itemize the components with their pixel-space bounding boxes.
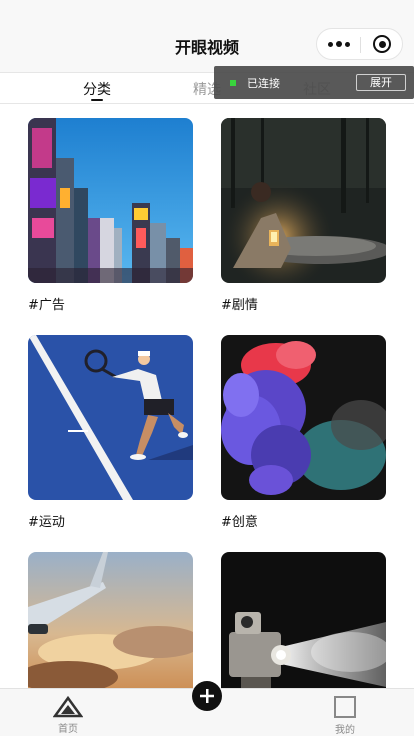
target-icon[interactable] [361,29,403,59]
navigation-bar: 开眼视频 [0,0,414,72]
mini-program-capsule [316,28,403,60]
category-card-drama[interactable]: #剧情 [221,118,386,313]
status-indicator [230,80,236,86]
tabbar-item-home[interactable]: 首页 [28,689,108,736]
plus-icon [200,689,214,703]
home-triangle-icon [53,696,83,718]
connection-status: 已连接 [247,77,280,90]
profile-square-icon [334,696,356,718]
category-thumbnail[interactable] [28,335,193,500]
debug-connection-panel: 已连接 展开 [214,66,414,99]
category-label: #剧情 [221,298,258,313]
category-card-sports[interactable]: #运动 [28,335,193,530]
category-label: #创意 [221,515,258,530]
tabbar-label-home: 首页 [58,724,78,735]
tabbar-label-mine: 我的 [335,725,355,736]
add-button[interactable] [192,681,222,711]
category-label: #广告 [28,298,65,313]
tab-category[interactable]: 分类 [83,79,111,99]
expand-button[interactable]: 展开 [356,74,406,91]
category-label: #运动 [28,515,65,530]
category-card-ads[interactable]: #广告 [28,118,193,313]
bottom-tab-bar: 首页 我的 [0,681,414,736]
more-dots-icon[interactable] [317,29,360,59]
category-thumbnail[interactable] [221,335,386,500]
active-tab-indicator [91,99,103,101]
category-thumbnail[interactable] [221,118,386,283]
category-card-creative[interactable]: #创意 [221,335,386,530]
category-thumbnail[interactable] [28,118,193,283]
tabbar-item-mine[interactable]: 我的 [305,689,385,736]
